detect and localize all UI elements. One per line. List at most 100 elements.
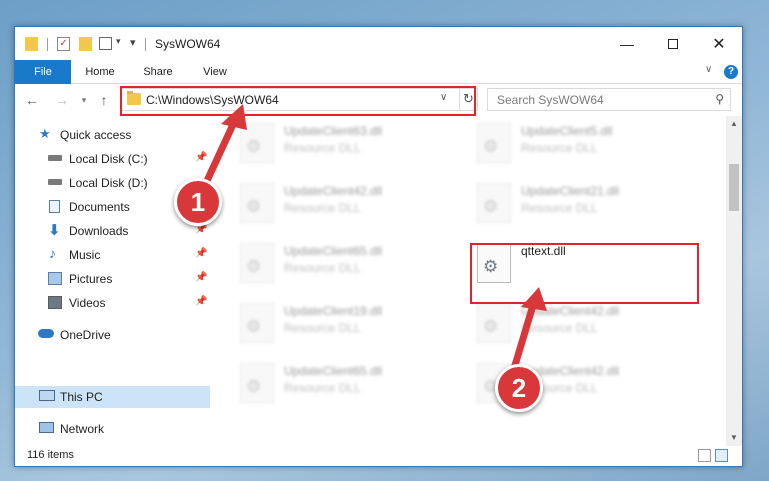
ribbon: File Home Share View ∨ ? (15, 60, 742, 84)
forward-button[interactable]: → (53, 91, 71, 109)
chevron-down-icon: ▾ (81, 94, 87, 105)
nav-item-pictures[interactable]: Pictures 📌 (15, 268, 210, 290)
back-arrow-icon: ← (25, 92, 39, 108)
title-bar: ✓ ▾ ▾ SysWOW64 — ✕ (15, 27, 742, 60)
tab-view[interactable]: View (192, 60, 238, 84)
dll-file-icon (240, 123, 274, 163)
properties-icon[interactable]: ✓ (57, 37, 70, 51)
large-icons-view-icon[interactable] (715, 449, 728, 462)
search-icon[interactable]: ⚲ (715, 92, 724, 106)
vertical-scrollbar[interactable]: ▲ ▼ (726, 116, 742, 446)
download-icon: ⬇ (48, 222, 61, 239)
file-type: Resource DLL (284, 201, 361, 215)
dll-file-icon (240, 183, 274, 223)
file-item[interactable]: UpdateClient65.dll Resource DLL (232, 240, 452, 288)
nav-item-local-disk-c[interactable]: Local Disk (C:) 📌 (15, 148, 210, 170)
folder-icon (25, 37, 38, 51)
file-type: Resource DLL (521, 141, 598, 155)
cloud-icon (38, 329, 54, 338)
item-count: 116 items (27, 449, 74, 461)
file-item[interactable]: UpdateClient42.dll Resource DLL (232, 180, 452, 228)
address-highlight-box (120, 86, 476, 116)
file-name: UpdateClient65.dll (284, 244, 383, 258)
file-name: UpdateClient42.dll (521, 304, 620, 318)
chevron-down-icon[interactable]: ▾ (116, 36, 121, 52)
dll-file-icon (240, 243, 274, 283)
status-bar: 116 items (15, 446, 742, 466)
up-button[interactable]: ↑ (95, 91, 113, 109)
close-button[interactable]: ✕ (696, 27, 742, 60)
nav-item-quick-access[interactable]: ★ Quick access (15, 124, 210, 146)
file-type: Resource DLL (521, 201, 598, 215)
back-button[interactable]: ← (23, 91, 41, 109)
divider (145, 38, 146, 51)
file-item[interactable]: UpdateClient21.dll Resource DLL (469, 180, 689, 228)
document-icon (49, 200, 60, 213)
drive-icon (48, 179, 62, 185)
drive-icon (48, 155, 62, 161)
details-view-icon[interactable] (698, 449, 711, 462)
search-box[interactable]: Search SysWOW64 ⚲ (487, 88, 731, 111)
minimize-icon: — (620, 35, 634, 52)
scroll-up-icon[interactable]: ▲ (726, 116, 742, 132)
scroll-down-icon[interactable]: ▼ (726, 430, 742, 446)
help-icon[interactable]: ? (724, 65, 738, 79)
maximize-icon (668, 38, 678, 49)
file-name: UpdateClient42.dll (284, 184, 383, 198)
tab-home[interactable]: Home (77, 60, 123, 84)
nav-item-downloads[interactable]: ⬇ Downloads 📌 (15, 220, 210, 242)
nav-item-label: Network (60, 422, 105, 436)
ribbon-expand-icon[interactable]: ∨ (705, 64, 712, 75)
new-folder-icon[interactable] (79, 37, 92, 51)
nav-item-label: Videos (69, 296, 106, 310)
picture-icon (48, 272, 62, 285)
pin-icon[interactable]: 📌 (195, 152, 207, 163)
window-title: SysWOW64 (155, 37, 221, 51)
file-name: UpdateClient63.dll (284, 124, 383, 138)
file-type: Resource DLL (284, 381, 361, 395)
file-item[interactable]: UpdateClient19.dll Resource DLL (232, 300, 452, 348)
file-name: UpdateClient21.dll (521, 184, 620, 198)
dll-file-icon (477, 123, 511, 163)
dll-file-icon (477, 303, 511, 343)
pin-icon[interactable]: 📌 (195, 272, 207, 283)
step-marker-2: 2 (495, 364, 543, 412)
video-icon (48, 296, 62, 309)
up-arrow-icon: ↑ (100, 92, 108, 108)
computer-icon (39, 390, 55, 401)
file-item[interactable]: UpdateClient5.dll Resource DLL (469, 120, 689, 168)
divider (47, 38, 48, 51)
file-type: Resource DLL (284, 261, 361, 275)
nav-item-videos[interactable]: Videos 📌 (15, 292, 210, 314)
star-icon: ★ (39, 126, 51, 141)
navigation-pane: ★ Quick access Local Disk (C:) 📌 Local D… (15, 116, 210, 446)
music-icon: ♪ (49, 245, 56, 261)
nav-item-label: Pictures (69, 272, 113, 286)
file-item[interactable]: UpdateClient65.dll Resource DLL (232, 360, 452, 408)
nav-item-label: Downloads (69, 224, 129, 238)
tab-file[interactable]: File (15, 60, 71, 84)
customize-icon[interactable] (99, 37, 112, 50)
maximize-button[interactable] (650, 27, 696, 60)
file-name: UpdateClient65.dll (284, 364, 383, 378)
nav-item-music[interactable]: ♪ Music 📌 (15, 244, 210, 266)
search-input[interactable]: Search SysWOW64 (497, 93, 604, 107)
file-item[interactable]: UpdateClient63.dll Resource DLL (232, 120, 452, 168)
forward-arrow-icon: → (55, 92, 69, 108)
nav-item-onedrive[interactable]: OneDrive (15, 324, 210, 346)
file-item[interactable]: UpdateClient42.dll Resource DLL (469, 300, 689, 348)
scrollbar-thumb[interactable] (729, 164, 739, 211)
tab-share[interactable]: Share (135, 60, 181, 84)
dll-file-icon (477, 183, 511, 223)
nav-item-network[interactable]: Network (15, 418, 210, 440)
pin-icon[interactable]: 📌 (195, 296, 207, 307)
minimize-button[interactable]: — (604, 27, 650, 60)
pin-icon[interactable]: 📌 (195, 248, 207, 259)
step-marker-1: 1 (174, 178, 222, 226)
file-type: Resource DLL (521, 321, 598, 335)
file-name: UpdateClient19.dll (284, 304, 383, 318)
nav-item-this-pc[interactable]: This PC (15, 386, 210, 408)
recent-locations-button[interactable]: ▾ (75, 91, 93, 109)
quick-access-dropdown-icon[interactable]: ▾ (130, 36, 136, 52)
nav-item-label: OneDrive (60, 328, 111, 342)
